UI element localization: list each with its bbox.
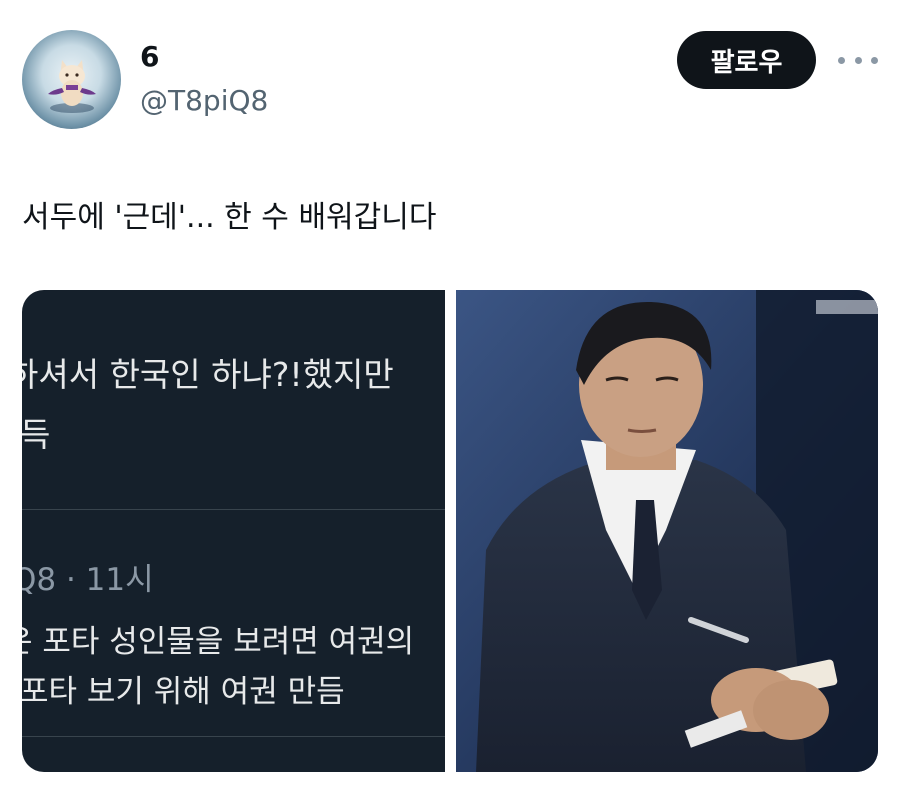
follow-button[interactable]: 팔로우 — [677, 31, 816, 89]
screenshot-body-line: 포타 보기 위해 여권 만듬 — [22, 674, 345, 710]
more-horizontal-icon[interactable] — [838, 48, 878, 72]
screenshot-body-line: 은 포타 성인물을 보려면 여권의 — [22, 624, 415, 660]
photo-man-writing — [456, 290, 878, 772]
avatar-cat-illustration — [48, 60, 96, 113]
screenshot-text-line: 하셔서 한국인 하냐?!했지만 — [22, 355, 394, 394]
avatar[interactable] — [22, 30, 121, 129]
tweet-text: 서두에 '근데'... 한 수 배워갑니다 — [22, 200, 437, 235]
more-dot — [838, 56, 845, 64]
screenshot-divider — [22, 736, 445, 737]
media-image-photo[interactable] — [456, 290, 878, 772]
media-image-screenshot[interactable]: 하셔서 한국인 하냐?!했지만 득 Q8 · 11시 은 포타 성인물을 보려면… — [22, 290, 445, 772]
screenshot-divider — [22, 509, 445, 510]
user-handle[interactable]: @T8piQ8 — [140, 84, 268, 117]
display-name[interactable]: 6 — [140, 40, 159, 73]
screenshot-meta: Q8 · 11시 — [22, 562, 154, 598]
screenshot-text-line: 득 — [22, 415, 51, 454]
more-dot — [871, 56, 878, 64]
more-dot — [854, 56, 862, 64]
